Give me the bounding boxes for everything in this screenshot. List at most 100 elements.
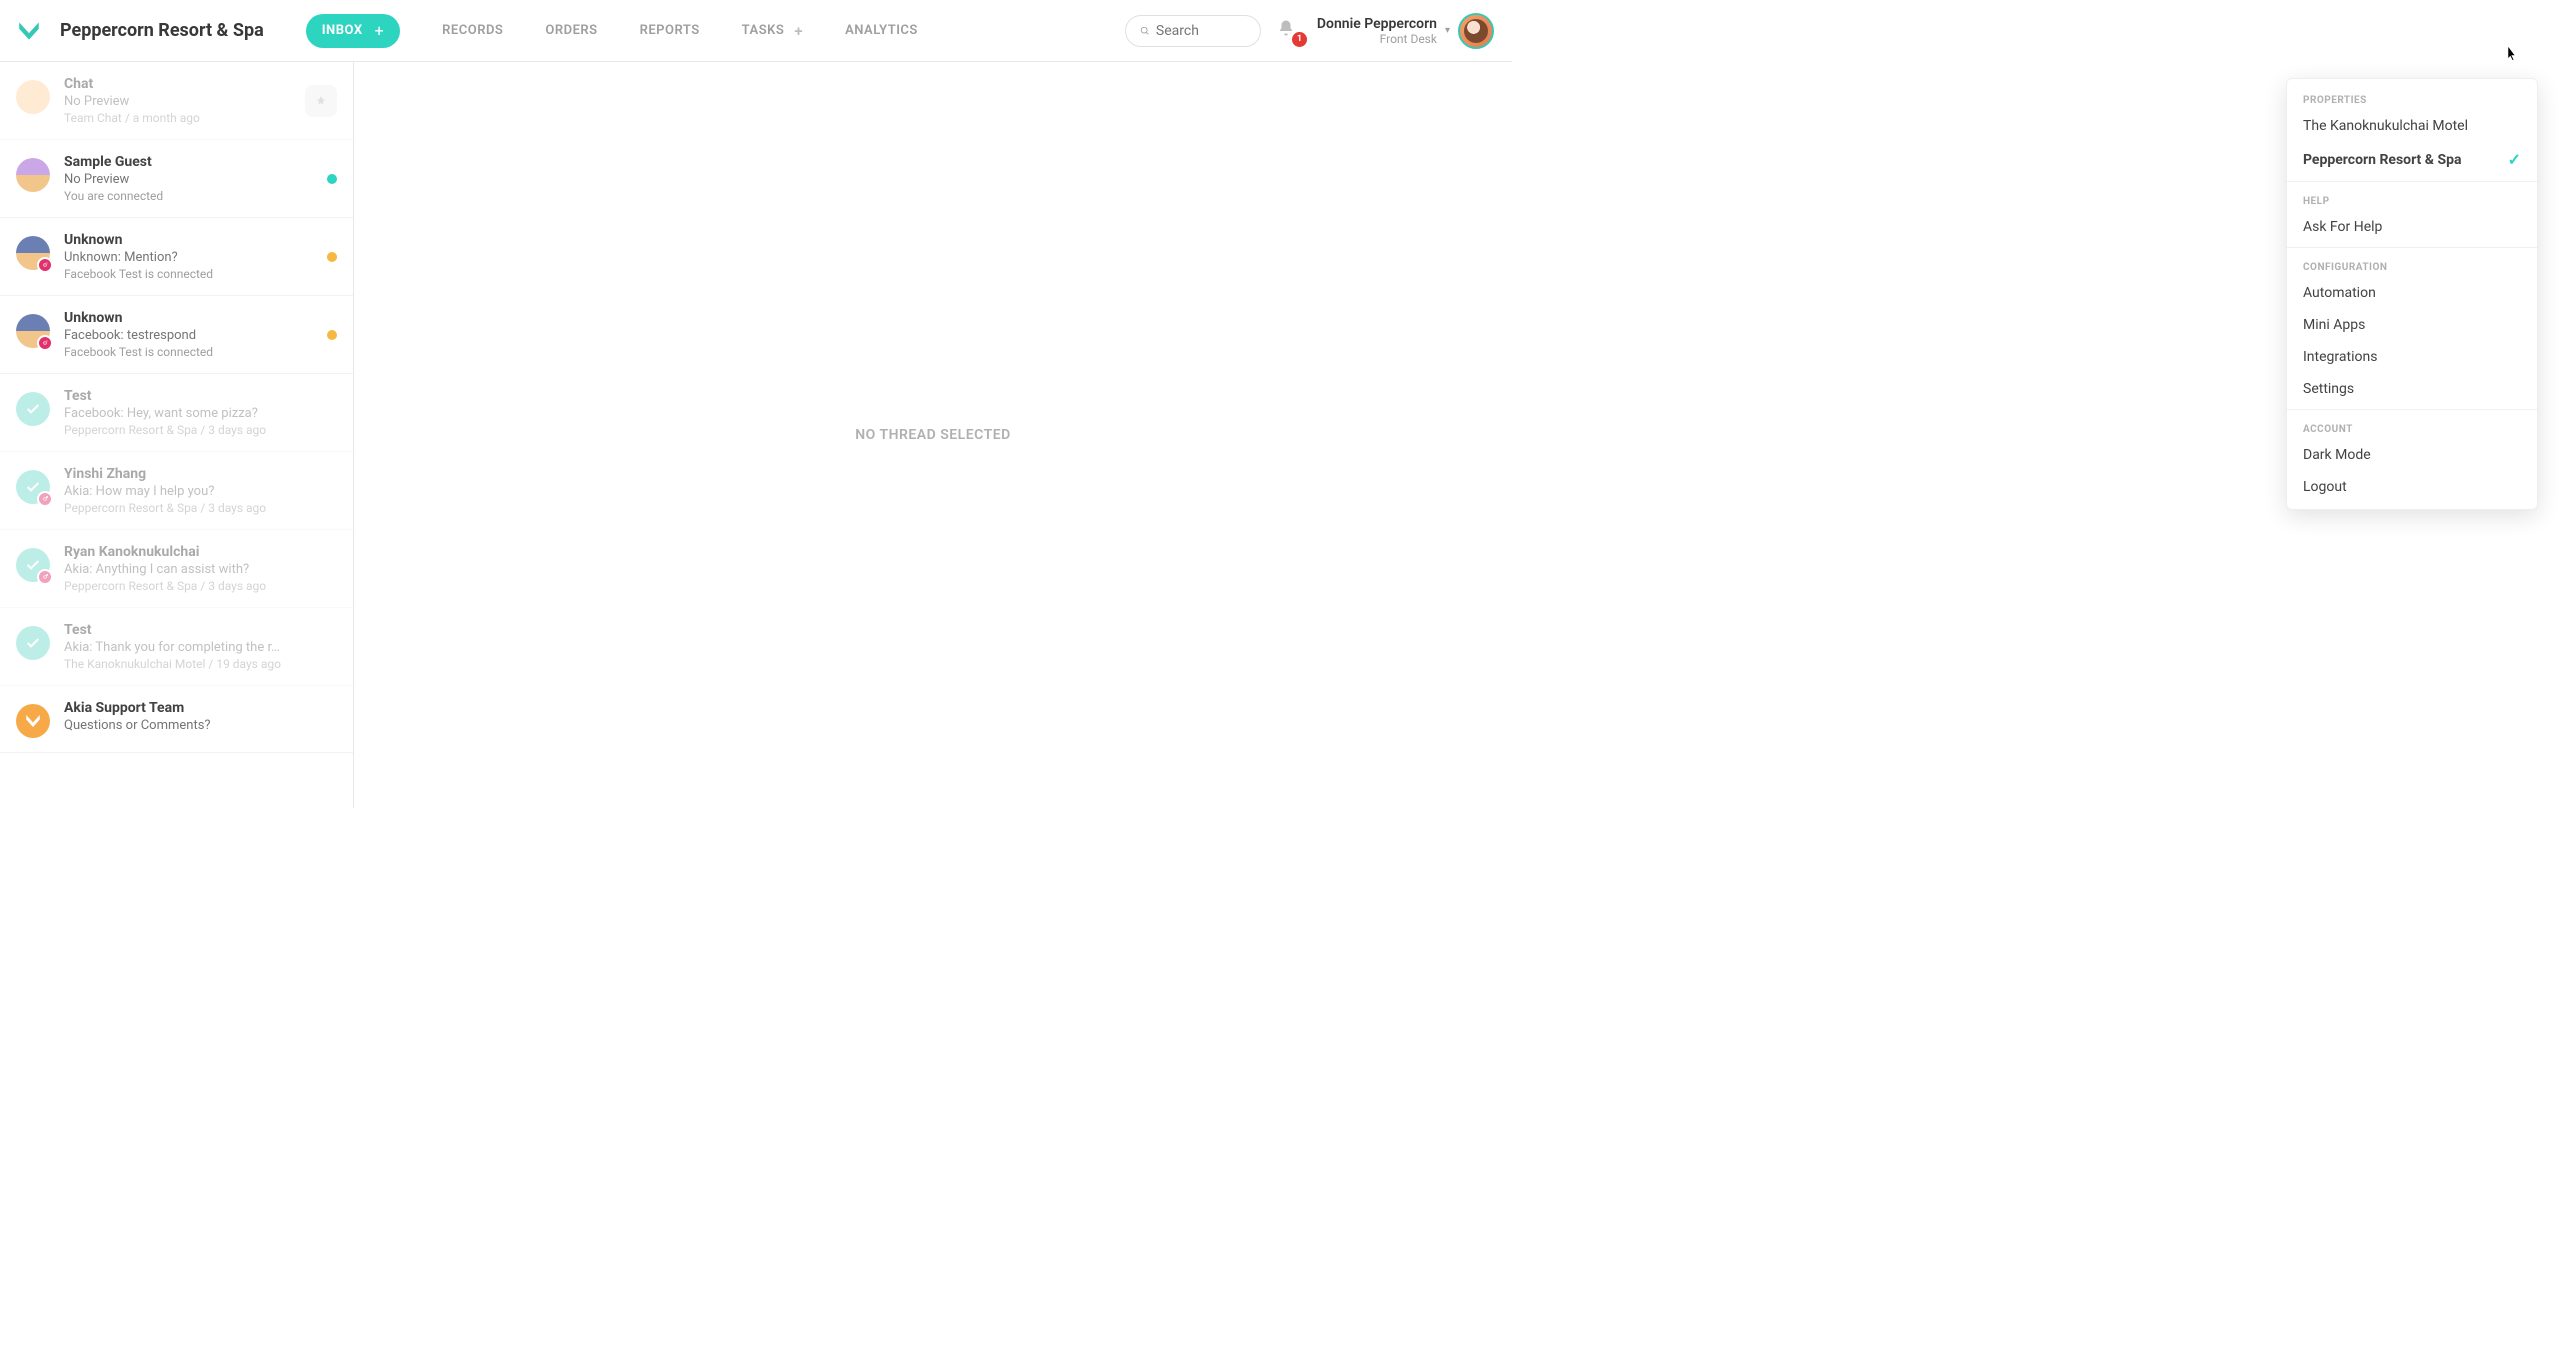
thread-right — [327, 310, 337, 359]
app-logo-icon[interactable] — [16, 18, 42, 44]
dd-section-help: HELP — [2287, 186, 2537, 211]
thread-avatar — [16, 392, 50, 426]
thread-item[interactable]: Ryan KanoknukulchaiAkia: Anything I can … — [0, 530, 353, 608]
cursor-pointer-icon — [2502, 44, 2522, 68]
nav-records[interactable]: RECORDS — [442, 23, 503, 38]
thread-preview: Akia: How may I help you? — [64, 484, 323, 499]
status-dot — [327, 330, 337, 340]
dd-section-account: ACCOUNT — [2287, 414, 2537, 439]
nav-analytics[interactable]: ANALYTICS — [845, 23, 918, 38]
dd-section-properties: PROPERTIES — [2287, 85, 2537, 110]
nav-inbox[interactable]: INBOX + — [306, 14, 400, 48]
thread-item[interactable]: UnknownUnknown: Mention?Facebook Test is… — [0, 218, 353, 296]
thread-meta: Peppercorn Resort & Spa / 3 days ago — [64, 423, 323, 437]
thread-meta: Peppercorn Resort & Spa / 3 days ago — [64, 501, 323, 515]
thread-item[interactable]: UnknownFacebook: testrespondFacebook Tes… — [0, 296, 353, 374]
dd-property-item[interactable]: The Kanoknukulchai Motel — [2287, 110, 2537, 142]
main-area: NO THREAD SELECTED — [354, 62, 1512, 808]
dd-item-label: Automation — [2303, 285, 2376, 301]
thread-preview: Akia: Thank you for completing the r… — [64, 640, 323, 655]
thread-item[interactable]: ChatNo PreviewTeam Chat / a month ago — [0, 62, 353, 140]
thread-text: UnknownFacebook: testrespondFacebook Tes… — [64, 310, 313, 359]
thread-preview: Questions or Comments? — [64, 718, 323, 733]
channel-badge-icon — [37, 569, 53, 585]
dd-section-configuration: CONFIGURATION — [2287, 252, 2537, 277]
thread-name: Sample Guest — [64, 154, 313, 170]
dd-item-label: The Kanoknukulchai Motel — [2303, 118, 2468, 134]
thread-item[interactable]: Test Facebook: Hey, want some pizza? Peppe… — [0, 374, 353, 452]
user-name: Donnie Peppercorn — [1317, 16, 1437, 32]
divider — [2287, 409, 2537, 410]
notification-badge: 1 — [1292, 32, 1307, 47]
thread-list[interactable]: ChatNo PreviewTeam Chat / a month ago Sam… — [0, 62, 354, 808]
thread-avatar — [16, 704, 50, 738]
thread-text: Test Facebook: Hey, want some pizza? Peppe… — [64, 388, 323, 437]
divider — [2287, 247, 2537, 248]
thread-avatar — [16, 236, 50, 270]
dd-config-item[interactable]: Mini Apps — [2287, 309, 2537, 341]
dd-item-label: Logout — [2303, 479, 2347, 495]
thread-avatar — [16, 158, 50, 192]
thread-preview: No Preview — [64, 172, 313, 187]
nav-reports[interactable]: REPORTS — [640, 23, 700, 38]
nav-orders[interactable]: ORDERS — [545, 23, 597, 38]
thread-text: Akia Support Team Questions or Comments? — [64, 700, 323, 738]
thread-item[interactable]: Sample Guest No Preview You are connected — [0, 140, 353, 218]
user-menu-button[interactable]: Donnie Peppercorn Front Desk ▾ — [1317, 13, 1494, 49]
thread-text: Yinshi ZhangAkia: How may I help you?Pep… — [64, 466, 323, 515]
thread-item[interactable]: Test Akia: Thank you for completing the r… — [0, 608, 353, 686]
thread-right — [327, 232, 337, 281]
thread-meta: You are connected — [64, 189, 313, 203]
dd-item-label: Settings — [2303, 381, 2354, 397]
dd-config-item[interactable]: Integrations — [2287, 341, 2537, 373]
dd-item-label: Integrations — [2303, 349, 2377, 365]
plus-icon[interactable]: + — [375, 23, 385, 39]
topbar: Peppercorn Resort & Spa INBOX + RECORDS … — [0, 0, 1512, 62]
dd-config-item[interactable]: Settings — [2287, 373, 2537, 405]
thread-item[interactable]: Yinshi ZhangAkia: How may I help you?Pep… — [0, 452, 353, 530]
search-box[interactable] — [1125, 15, 1261, 47]
dd-account-item[interactable]: Logout — [2287, 471, 2537, 503]
thread-item[interactable]: Akia Support Team Questions or Comments? — [0, 686, 353, 753]
plus-icon[interactable]: + — [794, 22, 803, 40]
dd-help-item[interactable]: Ask For Help — [2287, 211, 2537, 243]
pin-icon[interactable] — [305, 85, 337, 117]
check-icon: ✓ — [2508, 150, 2521, 169]
thread-name: Test — [64, 622, 323, 638]
empty-state: NO THREAD SELECTED — [855, 427, 1010, 443]
thread-name: Unknown — [64, 310, 313, 326]
thread-name: Akia Support Team — [64, 700, 323, 716]
thread-avatar — [16, 80, 50, 114]
chevron-down-icon: ▾ — [1445, 25, 1450, 36]
search-icon — [1140, 24, 1150, 38]
thread-right — [327, 154, 337, 203]
dd-item-label: Peppercorn Resort & Spa — [2303, 152, 2461, 168]
status-dot — [327, 252, 337, 262]
thread-text: UnknownUnknown: Mention?Facebook Test is… — [64, 232, 313, 281]
thread-text: Test Akia: Thank you for completing the r… — [64, 622, 323, 671]
nav-tasks[interactable]: TASKS + — [742, 22, 803, 40]
topbar-right: 1 Donnie Peppercorn Front Desk ▾ — [1125, 13, 1494, 49]
user-dropdown: PROPERTIES The Kanoknukulchai Motel Peppe… — [2286, 78, 2538, 510]
dd-config-item[interactable]: Automation — [2287, 277, 2537, 309]
org-name: Peppercorn Resort & Spa — [60, 20, 264, 41]
thread-preview: Facebook: Hey, want some pizza? — [64, 406, 323, 421]
thread-avatar — [16, 470, 50, 504]
notifications-button[interactable]: 1 — [1277, 19, 1301, 43]
thread-text: ChatNo PreviewTeam Chat / a month ago — [64, 76, 291, 125]
dd-item-label: Mini Apps — [2303, 317, 2365, 333]
dd-property-item[interactable]: Peppercorn Resort & Spa ✓ — [2287, 142, 2537, 177]
dd-account-item[interactable]: Dark Mode — [2287, 439, 2537, 471]
user-role: Front Desk — [1317, 32, 1437, 46]
thread-right — [305, 76, 337, 125]
channel-badge-icon — [37, 491, 53, 507]
nav-tasks-label: TASKS — [742, 23, 785, 38]
thread-name: Test — [64, 388, 323, 404]
thread-meta: Facebook Test is connected — [64, 267, 313, 281]
thread-meta: Team Chat / a month ago — [64, 111, 291, 125]
thread-preview: Akia: Anything I can assist with? — [64, 562, 323, 577]
thread-preview: Facebook: testrespond — [64, 328, 313, 343]
thread-text: Sample Guest No Preview You are connected — [64, 154, 313, 203]
thread-text: Ryan KanoknukulchaiAkia: Anything I can … — [64, 544, 323, 593]
search-input[interactable] — [1156, 23, 1246, 39]
